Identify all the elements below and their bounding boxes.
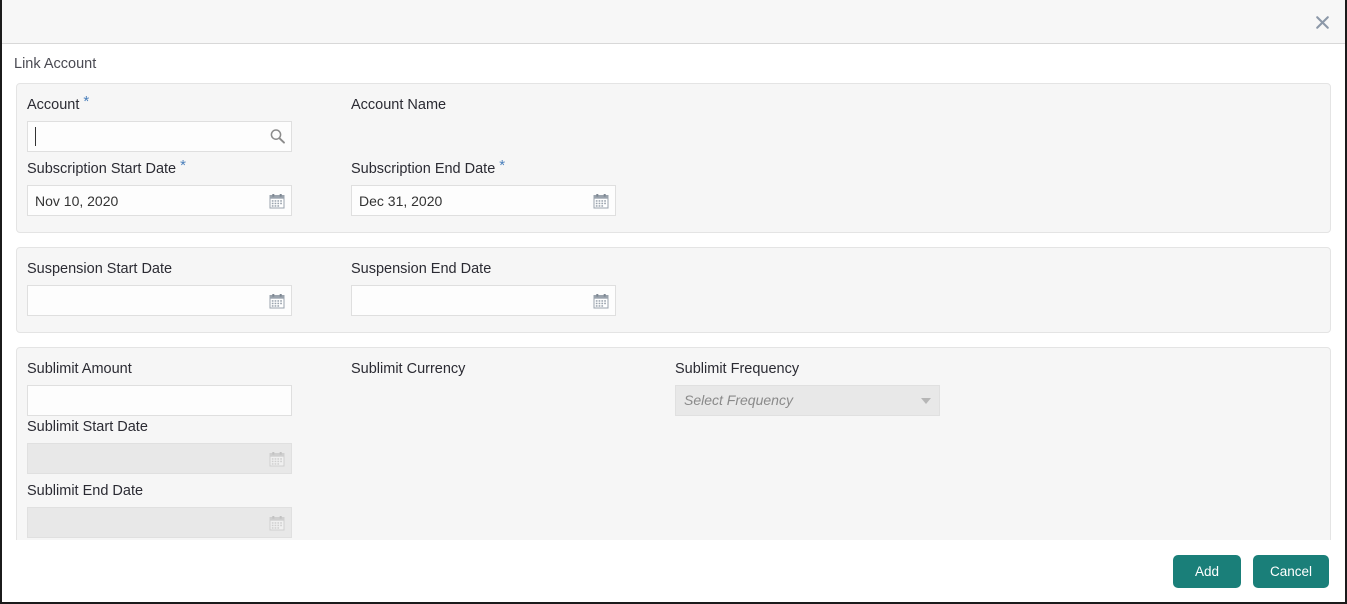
calendar-icon-glyph xyxy=(269,293,285,308)
field-account: Account * xyxy=(27,93,351,152)
calendar-icon-glyph xyxy=(269,451,285,466)
sublimit-end-date-input[interactable] xyxy=(27,507,292,538)
label-sublimit-frequency: Sublimit Frequency xyxy=(675,361,800,377)
field-suspension-end-date: Suspension End Date xyxy=(351,260,675,316)
close-icon-glyph xyxy=(1315,15,1329,29)
label-subscription-start-date: Subscription Start Date * xyxy=(27,157,186,177)
calendar-icon xyxy=(268,450,286,468)
sublimit-frequency-wrap: Select Frequency xyxy=(675,385,940,416)
account-input[interactable] xyxy=(27,121,292,152)
field-sublimit-currency: Sublimit Currency xyxy=(351,360,675,416)
label-account-name: Account Name xyxy=(351,97,447,113)
subscription-end-date-input[interactable] xyxy=(351,185,616,216)
field-sublimit-frequency: Sublimit Frequency Select Frequency xyxy=(675,360,999,416)
sublimit-frequency-select[interactable]: Select Frequency xyxy=(675,385,940,416)
sublimit-start-date-input[interactable] xyxy=(27,443,292,474)
suspension-section: Suspension Start Date Suspension End Dat… xyxy=(16,247,1331,333)
close-icon[interactable] xyxy=(1309,9,1335,35)
field-subscription-end-date: Subscription End Date * xyxy=(351,157,675,216)
calendar-icon-glyph xyxy=(269,193,285,208)
label-account: Account * xyxy=(27,93,90,113)
suspension-end-date-wrap xyxy=(351,285,616,316)
cancel-button[interactable]: Cancel xyxy=(1252,554,1329,588)
label-suspension-start-date: Suspension Start Date xyxy=(27,261,173,277)
label-sublimit-end-date: Sublimit End Date xyxy=(27,483,144,499)
subscription-start-date-input[interactable] xyxy=(27,185,292,216)
modal-body: Account * Account Name Subscription Star… xyxy=(2,83,1345,555)
add-button[interactable]: Add xyxy=(1172,554,1241,588)
sublimit-start-date-wrap xyxy=(27,443,292,474)
link-account-modal: Link Account Account * Account Name Subs… xyxy=(0,0,1347,604)
calendar-icon[interactable] xyxy=(592,292,610,310)
required-indicator: * xyxy=(83,93,90,110)
label-sublimit-amount: Sublimit Amount xyxy=(27,361,132,377)
text-caret xyxy=(35,127,36,146)
calendar-icon[interactable] xyxy=(268,292,286,310)
sublimit-amount-wrap xyxy=(27,385,292,416)
label-suspension-end-date: Suspension End Date xyxy=(351,261,492,277)
field-account-name: Account Name xyxy=(351,96,675,152)
suspension-end-date-input[interactable] xyxy=(351,285,616,316)
modal-header xyxy=(2,0,1345,44)
subscription-start-date-wrap xyxy=(27,185,292,216)
sublimit-end-date-wrap xyxy=(27,507,292,538)
subscription-end-date-wrap xyxy=(351,185,616,216)
calendar-icon-glyph xyxy=(593,193,609,208)
calendar-icon[interactable] xyxy=(268,192,286,210)
label-sublimit-currency: Sublimit Currency xyxy=(351,361,466,377)
calendar-icon-glyph xyxy=(269,515,285,530)
field-subscription-start-date: Subscription Start Date * xyxy=(27,157,351,216)
account-input-wrap xyxy=(27,121,292,152)
calendar-icon[interactable] xyxy=(592,192,610,210)
page-title: Link Account xyxy=(14,56,97,72)
field-sublimit-end-date: Sublimit End Date xyxy=(27,482,351,538)
field-sublimit-start-date: Sublimit Start Date xyxy=(27,418,351,474)
calendar-icon-glyph xyxy=(593,293,609,308)
search-icon[interactable] xyxy=(268,128,286,146)
label-sublimit-start-date: Sublimit Start Date xyxy=(27,419,148,435)
account-section: Account * Account Name Subscription Star… xyxy=(16,83,1331,233)
required-indicator: * xyxy=(180,157,186,174)
sublimit-section: Sublimit Amount Sublimit Currency Sublim… xyxy=(16,347,1331,555)
sublimit-currency-value xyxy=(351,385,616,416)
suspension-start-date-input[interactable] xyxy=(27,285,292,316)
account-name-value xyxy=(351,121,616,152)
search-icon-glyph xyxy=(270,129,285,144)
modal-footer: Add Cancel xyxy=(2,540,1345,602)
chevron-down-icon xyxy=(921,397,931,404)
required-indicator: * xyxy=(499,157,506,174)
page-title-bar: Link Account xyxy=(2,44,1345,83)
sublimit-amount-input[interactable] xyxy=(27,385,292,416)
suspension-start-date-wrap xyxy=(27,285,292,316)
calendar-icon xyxy=(268,514,286,532)
field-suspension-start-date: Suspension Start Date xyxy=(27,260,351,316)
label-subscription-end-date: Subscription End Date * xyxy=(351,157,506,177)
field-sublimit-amount: Sublimit Amount xyxy=(27,360,351,416)
